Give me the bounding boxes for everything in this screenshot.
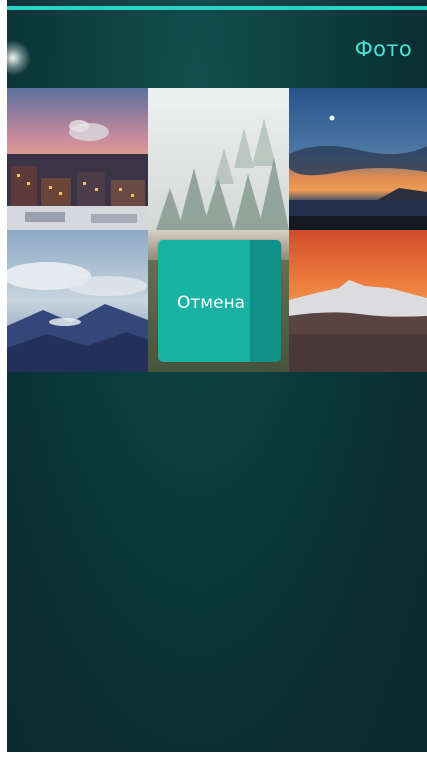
gallery-page: Фото Отмена (7, 0, 427, 758)
photo-image (7, 230, 148, 372)
photo-thumbnail-snowy-city-sunset[interactable] (7, 88, 148, 230)
screen-border-left (0, 0, 7, 758)
ambience-glow-icon (7, 40, 31, 76)
photo-thumbnail-snowy-mountain-sunset[interactable] (289, 230, 427, 372)
photo-thumbnail-lake-sunset-moon[interactable] (289, 88, 427, 230)
cancel-remorse-button[interactable]: Отмена (158, 240, 281, 362)
cancel-label: Отмена (177, 293, 246, 313)
photo-thumbnail-foggy-snowy-forest[interactable] (148, 88, 289, 230)
photo-image (7, 88, 148, 230)
photo-image (289, 230, 427, 372)
pulley-edge (250, 240, 281, 362)
photo-thumbnail-mountain-clouds[interactable] (7, 230, 148, 372)
page-header: Фото (7, 10, 427, 88)
screen-border-bottom (7, 752, 427, 758)
photo-image (148, 88, 289, 230)
photo-image (289, 88, 427, 230)
page-title: Фото (354, 37, 412, 61)
